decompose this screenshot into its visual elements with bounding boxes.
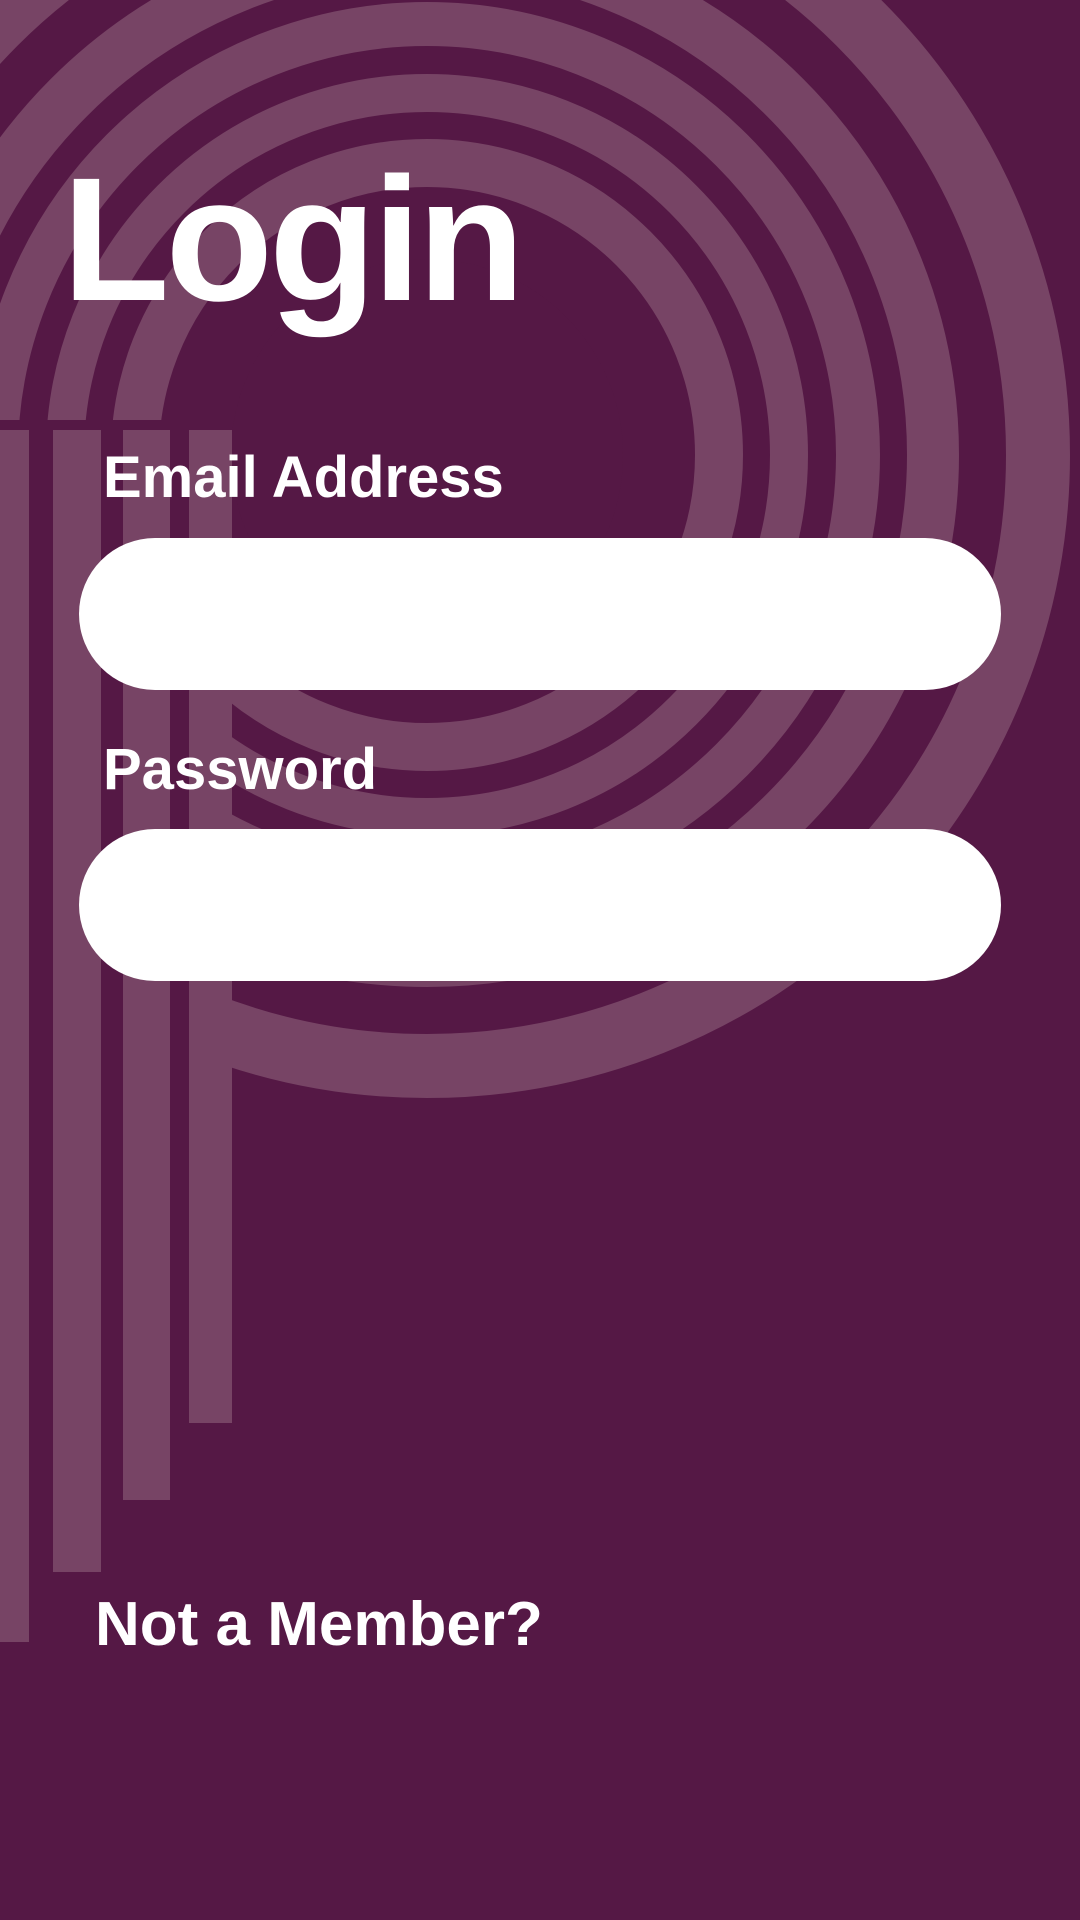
email-label: Email Address xyxy=(103,445,504,510)
password-input[interactable] xyxy=(79,829,1001,981)
background-stem-1 xyxy=(0,430,29,1642)
not-a-member-link[interactable]: Not a Member? xyxy=(95,1592,543,1658)
email-input[interactable] xyxy=(79,538,1001,690)
page-title: Login xyxy=(62,142,525,338)
password-label: Password xyxy=(103,737,377,802)
